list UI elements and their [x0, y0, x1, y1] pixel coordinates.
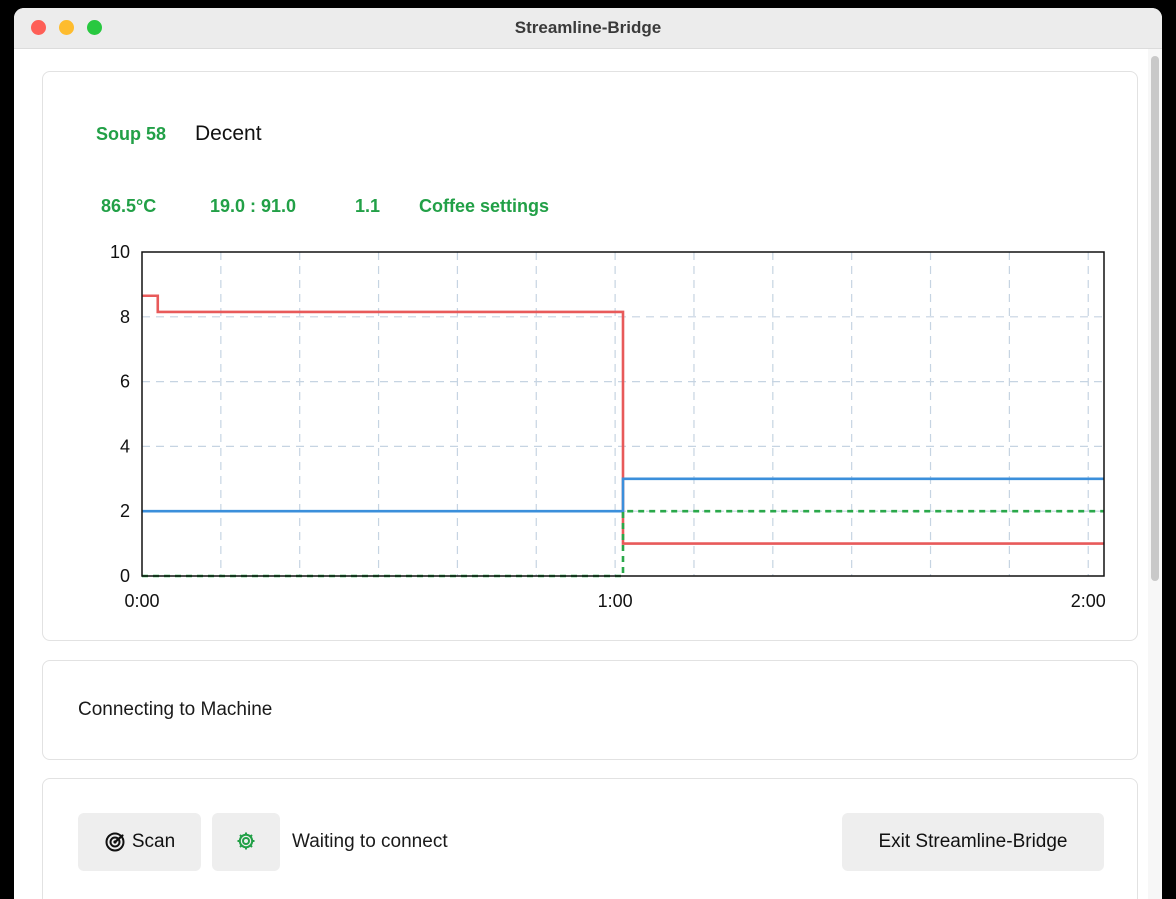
profile-card: Soup 58 Decent 86.5°C 19.0 : 91.0 1.1 Co…: [42, 71, 1138, 641]
ratio-stat[interactable]: 19.0 : 91.0: [210, 196, 296, 217]
app-window: Streamline-Bridge Soup 58 Decent 86.5°C …: [14, 8, 1162, 899]
yield-stat[interactable]: 1.1: [355, 196, 380, 217]
profile-name[interactable]: Soup 58: [96, 124, 166, 145]
x-tick-label: 1:00: [598, 591, 633, 611]
connection-status-text: Connecting to Machine: [78, 699, 273, 720]
shot-profile-chart: 0 2 4 6 8 10 0:00 1:00 2:00: [110, 242, 1106, 611]
profile-author: Decent: [195, 122, 262, 145]
window-title: Streamline-Bridge: [514, 18, 662, 37]
gear-icon: [235, 830, 257, 855]
y-tick-label: 10: [110, 242, 130, 262]
radar-icon: [104, 831, 126, 853]
scan-button-label: Scan: [131, 831, 176, 852]
actions-card: Scan Waiting to connect Exit Streamline-…: [42, 778, 1138, 899]
exit-button[interactable]: Exit Streamline-Bridge: [842, 813, 1104, 871]
waiting-status-text: Waiting to connect: [292, 831, 448, 852]
title-bar: Streamline-Bridge: [14, 8, 1162, 49]
x-tick-label: 2:00: [1071, 591, 1106, 611]
x-tick-label: 0:00: [124, 591, 159, 611]
y-tick-label: 8: [120, 307, 130, 327]
main-content: Soup 58 Decent 86.5°C 19.0 : 91.0 1.1 Co…: [14, 49, 1148, 899]
y-tick-label: 0: [120, 566, 130, 586]
settings-button[interactable]: [212, 813, 280, 871]
y-tick-label: 4: [120, 436, 130, 456]
y-tick-label: 2: [120, 501, 130, 521]
scrollbar-thumb[interactable]: [1151, 56, 1159, 581]
series-line-1: [142, 477, 1104, 513]
temperature-stat[interactable]: 86.5°C: [101, 196, 156, 217]
y-tick-label: 6: [120, 372, 130, 392]
scan-button[interactable]: Scan: [78, 813, 201, 871]
status-card: Connecting to Machine: [42, 660, 1138, 760]
coffee-settings-link[interactable]: Coffee settings: [419, 196, 549, 217]
